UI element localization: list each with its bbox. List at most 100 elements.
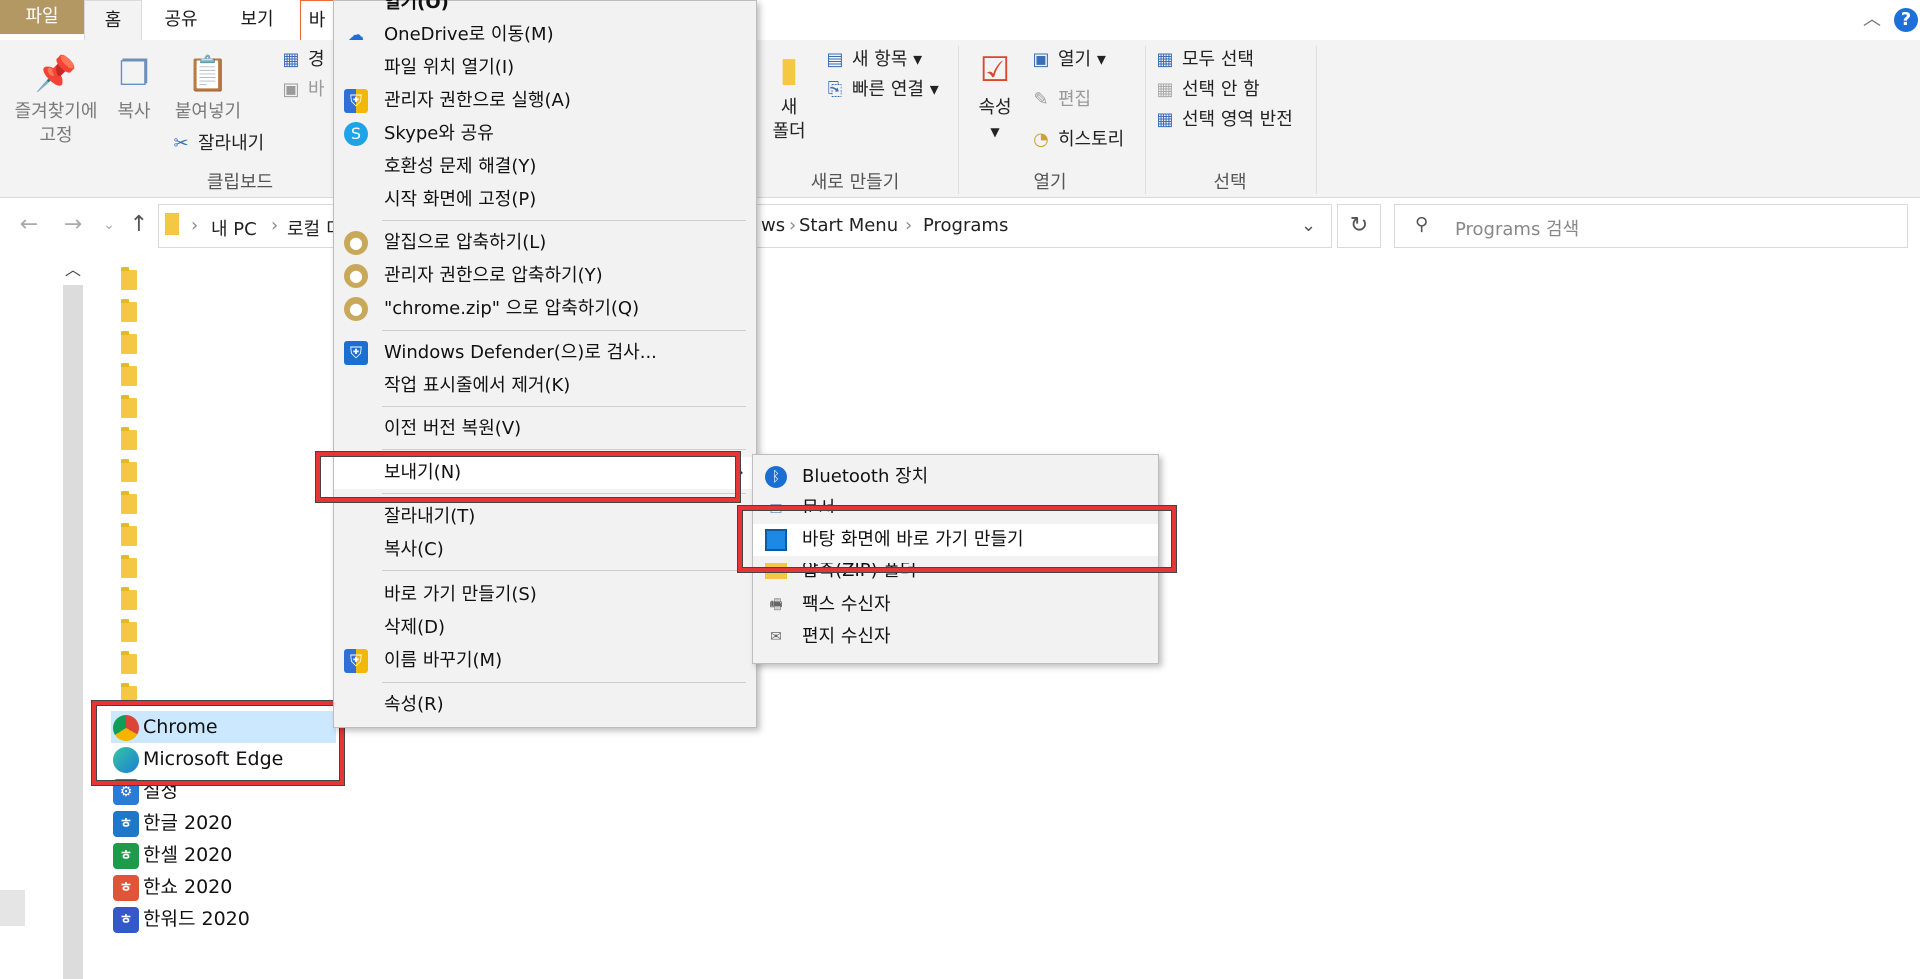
menu-label: 편지 수신자 — [802, 626, 891, 647]
search-box[interactable]: ⚲ Programs 검색 — [1394, 204, 1908, 248]
menu-item-alzip-named[interactable]: ● "chrome.zip" 으로 압축하기(Q) — [334, 293, 756, 325]
breadcrumb-this-pc[interactable]: 내 PC — [211, 215, 257, 241]
properties-button[interactable]: ☑ 속성 ▼ — [970, 50, 1020, 144]
copy-path-button[interactable]: ▦ 경 — [280, 46, 324, 74]
folder-icon[interactable] — [121, 619, 137, 642]
forward-arrow-icon[interactable]: → — [60, 211, 86, 239]
menu-label: 관리자 권한으로 실행(A) — [384, 90, 571, 111]
menu-item-rename[interactable]: ⛨ 이름 바꾸기(M) — [334, 645, 756, 677]
file-item-hangul[interactable]: ㅎ 한글 2020 — [113, 807, 232, 839]
highlight-box-send-to — [316, 452, 740, 502]
new-item-button[interactable]: ▤ 새 항목 ▾ — [824, 46, 922, 74]
folder-icon[interactable] — [121, 331, 137, 354]
menu-item-onedrive[interactable]: ☁ OneDrive로 이동(M) — [334, 19, 756, 51]
tab-file[interactable]: 파일 — [0, 0, 84, 34]
menu-label: 알집으로 압축하기(L) — [384, 232, 547, 253]
navigation-pane-scrollbar[interactable] — [63, 255, 83, 979]
menu-item-properties[interactable]: 속성(R) — [334, 689, 756, 721]
up-arrow-icon[interactable]: ↑ — [126, 211, 152, 239]
menu-item-delete[interactable]: 삭제(D) — [334, 612, 756, 644]
recent-locations-chevron-icon[interactable]: ⌄ — [96, 211, 122, 239]
menu-item-open-location[interactable]: 파일 위치 열기(I) — [334, 52, 756, 84]
folder-icon[interactable] — [121, 491, 137, 514]
copy-button[interactable]: ❐ 복사 — [112, 54, 156, 124]
menu-item-compatibility[interactable]: 호환성 문제 해결(Y) — [334, 151, 756, 183]
easy-access-icon: ⎘ — [827, 79, 843, 100]
submenu-item-bluetooth[interactable]: ᛒ Bluetooth 장치 — [753, 461, 1158, 493]
breadcrumb-programs[interactable]: Programs — [923, 215, 1008, 236]
folder-icon[interactable] — [121, 587, 137, 610]
folder-icon[interactable] — [121, 427, 137, 450]
easy-access-button[interactable]: ⎘ 빠른 연결 ▾ — [824, 76, 939, 104]
pin-label: 즐겨찾기에 고정 — [14, 101, 98, 146]
scroll-up-icon[interactable]: ︿ — [63, 255, 83, 285]
menu-item-copy[interactable]: 복사(C) — [334, 534, 756, 566]
paste-shortcut-button[interactable]: ▣ 바 — [280, 76, 324, 104]
tab-manage[interactable]: 바 — [300, 0, 334, 40]
folder-icon[interactable] — [121, 395, 137, 418]
file-item-hanshow[interactable]: ㅎ 한쇼 2020 — [113, 871, 232, 903]
navigation-pane-item[interactable] — [0, 890, 25, 926]
bluetooth-icon: ᛒ — [765, 466, 787, 488]
file-item-hanword[interactable]: ㅎ 한워드 2020 — [113, 903, 250, 935]
breadcrumb-windows[interactable]: ws — [761, 215, 785, 236]
select-all-button[interactable]: ▦ 모두 선택 — [1154, 46, 1253, 74]
breadcrumb-separator: › — [905, 215, 913, 236]
menu-separator — [382, 570, 746, 571]
menu-item-unpin-taskbar[interactable]: 작업 표시줄에서 제거(K) — [334, 370, 756, 402]
ribbon-collapse-icon[interactable]: ︿ — [1860, 8, 1884, 32]
folder-icon[interactable] — [121, 267, 137, 290]
edit-label: 편집 — [1058, 89, 1092, 110]
history-button[interactable]: ◔ 히스토리 — [1030, 126, 1124, 154]
paste-button[interactable]: 📋 붙여넣기 — [168, 54, 248, 124]
folder-icon[interactable] — [121, 459, 137, 482]
folder-icon[interactable] — [121, 299, 137, 322]
folder-icon[interactable] — [121, 683, 137, 700]
file-item-hancell[interactable]: ㅎ 한셀 2020 — [113, 839, 232, 871]
new-folder-button[interactable]: ▮ 새 폴더 — [764, 50, 814, 144]
back-arrow-icon[interactable]: ← — [16, 211, 42, 239]
hangul-app-icon: ㅎ — [113, 810, 139, 837]
refresh-icon[interactable]: ↻ — [1337, 204, 1381, 248]
help-icon[interactable]: ? — [1894, 8, 1918, 32]
group-divider — [1316, 46, 1317, 194]
paste-label: 붙여넣기 — [174, 101, 242, 122]
address-dropdown-chevron-icon[interactable]: ⌄ — [1301, 215, 1316, 236]
menu-item-open[interactable]: 열기(O) — [334, 0, 756, 19]
menu-item-create-shortcut[interactable]: 바로 가기 만들기(S) — [334, 579, 756, 611]
menu-item-defender[interactable]: ⛨ Windows Defender(으)로 검사... — [334, 337, 756, 369]
edit-button[interactable]: ✎ 편집 — [1030, 86, 1091, 114]
submenu-item-fax[interactable]: 🖷 팩스 수신자 — [753, 589, 1158, 621]
menu-item-cut[interactable]: 잘라내기(T) — [334, 501, 756, 533]
menu-item-skype[interactable]: S Skype와 공유 — [334, 118, 756, 150]
select-none-button[interactable]: ▦ 선택 안 함 — [1154, 76, 1259, 104]
menu-item-alzip-admin[interactable]: ● 관리자 권한으로 압축하기(Y) — [334, 260, 756, 292]
copy-label: 복사 — [117, 101, 151, 122]
menu-separator — [382, 220, 746, 221]
search-input[interactable]: Programs 검색 — [1455, 215, 1579, 241]
open-button[interactable]: ▣ 열기 ▾ — [1030, 46, 1105, 74]
navigation-bar: ← → ⌄ ↑ › 내 PC › 로컬 디 ws › Start Menu › … — [0, 199, 1920, 253]
tab-share[interactable]: 공유 — [152, 0, 210, 40]
pin-quick-access-button[interactable]: 📌 즐겨찾기에 고정 — [6, 54, 106, 148]
menu-item-pin-start[interactable]: 시작 화면에 고정(P) — [334, 184, 756, 216]
folder-icon[interactable] — [121, 555, 137, 578]
folder-icon[interactable] — [121, 363, 137, 386]
cut-button[interactable]: ✂ 잘라내기 — [170, 130, 264, 158]
select-all-icon: ▦ — [1156, 49, 1174, 70]
menu-item-run-as-admin[interactable]: ⛨ 관리자 권한으로 실행(A) — [334, 85, 756, 117]
menu-item-alzip[interactable]: ● 알집으로 압축하기(L) — [334, 227, 756, 259]
scissors-icon: ✂ — [173, 133, 189, 154]
invert-selection-button[interactable]: ▦ 선택 영역 반전 — [1154, 106, 1292, 134]
menu-item-restore-versions[interactable]: 이전 버전 복원(V) — [334, 413, 756, 445]
uac-shield-icon: ⛨ — [344, 89, 368, 113]
tab-view[interactable]: 보기 — [228, 0, 286, 40]
properties-dropdown-icon: ▼ — [990, 125, 1000, 139]
folder-icon[interactable] — [121, 651, 137, 674]
search-icon: ⚲ — [1415, 214, 1429, 235]
tab-home[interactable]: 홈 — [84, 0, 142, 40]
submenu-item-mail[interactable]: ✉ 편지 수신자 — [753, 621, 1158, 653]
folder-icon[interactable] — [121, 523, 137, 546]
breadcrumb-start-menu[interactable]: Start Menu — [799, 215, 898, 236]
skype-icon: S — [344, 122, 368, 146]
